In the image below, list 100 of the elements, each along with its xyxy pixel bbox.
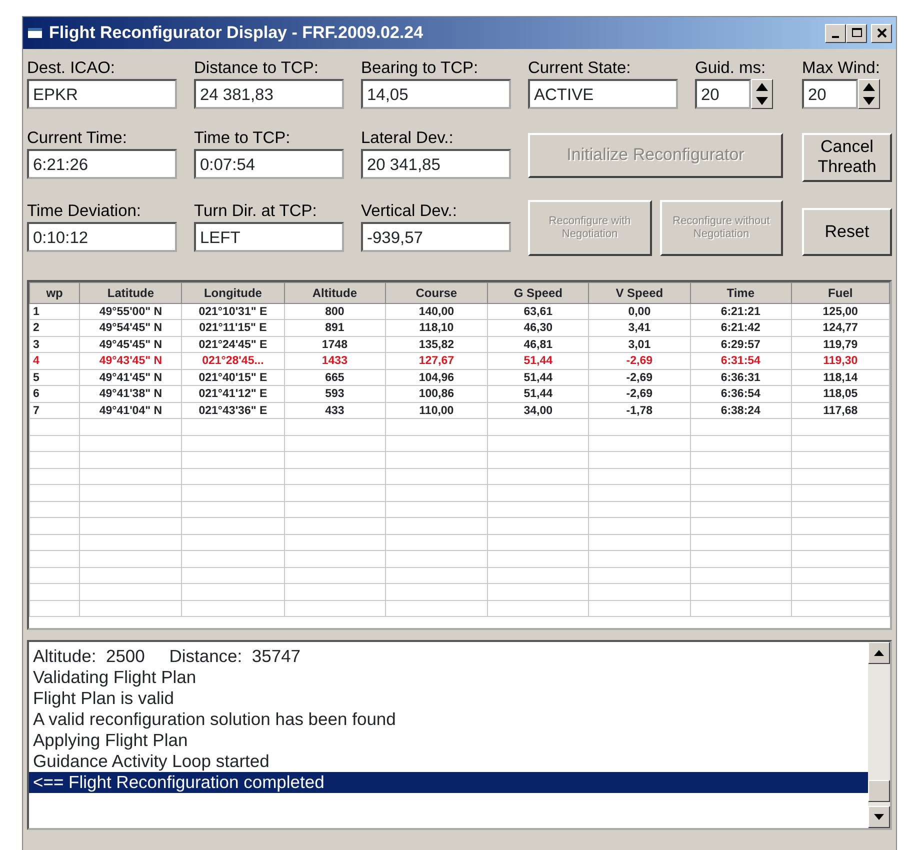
log-line[interactable]: Guidance Activity Loop started bbox=[29, 750, 868, 772]
log-line[interactable]: Altitude: 2500 Distance: 35747 bbox=[29, 646, 868, 667]
table-cell: 49°43'45" N bbox=[80, 352, 182, 370]
table-cell: 49°55'00" N bbox=[80, 303, 182, 320]
table-cell: 021°10'31" E bbox=[182, 303, 284, 320]
table-cell: 3 bbox=[30, 336, 80, 353]
close-button[interactable] bbox=[871, 24, 892, 42]
table-cell: -1,78 bbox=[588, 402, 690, 419]
app-icon bbox=[27, 26, 45, 40]
field-label: Dest. ICAO: bbox=[27, 58, 116, 79]
field-label: Current Time: bbox=[27, 128, 128, 149]
table-cell: 49°41'04" N bbox=[80, 402, 182, 419]
field-label: Turn Dir. at TCP: bbox=[194, 200, 318, 222]
spin-field[interactable]: 20 bbox=[695, 79, 751, 109]
table-cell: -2,69 bbox=[588, 386, 690, 402]
column-header[interactable]: Longitude bbox=[182, 282, 284, 304]
table-cell: 49°45'45" N bbox=[80, 336, 182, 353]
column-header[interactable]: Latitude bbox=[80, 282, 182, 304]
table-cell: 6:21:21 bbox=[690, 303, 792, 320]
table-cell: 119,30 bbox=[791, 352, 890, 370]
scroll-thumb[interactable] bbox=[868, 780, 890, 802]
table-cell: 135,82 bbox=[385, 336, 488, 353]
text-field[interactable]: 0:07:54 bbox=[194, 149, 344, 179]
table-cell: 46,81 bbox=[488, 336, 589, 353]
table-cell: 6:36:31 bbox=[690, 369, 792, 386]
table-cell: 119,79 bbox=[791, 336, 890, 353]
log-line[interactable]: Flight Plan is valid bbox=[29, 688, 868, 709]
table-cell: 46,30 bbox=[488, 320, 589, 336]
field-label: Time to TCP: bbox=[194, 128, 292, 149]
table-cell: 021°40'15" E bbox=[182, 369, 284, 386]
table-cell: 0,00 bbox=[588, 303, 690, 320]
table-cell: 125,00 bbox=[791, 303, 890, 320]
table-cell: 127,67 bbox=[385, 352, 488, 370]
table-cell: 3,01 bbox=[588, 336, 690, 353]
table-cell: 021°24'45" E bbox=[182, 336, 284, 353]
table-cell: 1 bbox=[30, 303, 80, 320]
table-cell: 021°43'36" E bbox=[182, 402, 284, 419]
table-cell: 118,10 bbox=[385, 320, 488, 336]
log-line[interactable]: Applying Flight Plan bbox=[29, 730, 868, 751]
text-field[interactable]: 6:21:26 bbox=[27, 149, 177, 179]
table-cell: 1433 bbox=[284, 352, 386, 370]
text-field[interactable]: ACTIVE bbox=[528, 79, 678, 109]
table-cell: 7 bbox=[30, 402, 80, 419]
maximize-icon bbox=[852, 28, 862, 38]
scrollbar[interactable] bbox=[868, 642, 890, 828]
text-field[interactable]: 24 381,83 bbox=[194, 79, 344, 109]
column-header[interactable]: wp bbox=[30, 282, 80, 304]
table-cell: 3,41 bbox=[588, 320, 690, 336]
button[interactable]: Cancel Threath bbox=[802, 133, 892, 182]
table-cell: 49°41'45" N bbox=[80, 369, 182, 386]
table-cell: 2 bbox=[30, 320, 80, 336]
column-header[interactable]: Fuel bbox=[791, 282, 890, 304]
text-field[interactable]: 20 341,85 bbox=[361, 149, 511, 179]
window-title: Flight Reconfigurator Display - FRF.2009.02.24 bbox=[49, 22, 424, 44]
column-header[interactable]: G Speed bbox=[488, 282, 589, 304]
table-cell: 49°41'38" N bbox=[80, 386, 182, 402]
table-cell: 6:31:54 bbox=[690, 352, 792, 370]
close-icon bbox=[876, 28, 886, 38]
spin-arrows-icon[interactable] bbox=[751, 79, 773, 109]
button[interactable]: Reset bbox=[802, 208, 892, 256]
table-cell: 6 bbox=[30, 386, 80, 402]
field-label: Current State: bbox=[528, 58, 632, 79]
table-cell: 6:38:24 bbox=[690, 402, 792, 419]
text-field[interactable]: LEFT bbox=[194, 222, 344, 252]
table-cell: 6:36:54 bbox=[690, 386, 792, 402]
text-field[interactable]: EPKR bbox=[27, 79, 177, 109]
column-header[interactable]: V Speed bbox=[588, 282, 690, 304]
table-cell: 5 bbox=[30, 369, 80, 386]
field-label: Time Deviation: bbox=[27, 200, 142, 222]
table-cell: 118,05 bbox=[791, 386, 890, 402]
table-cell: 6:29:57 bbox=[690, 336, 792, 353]
text-field[interactable]: 0:10:12 bbox=[27, 222, 177, 252]
log-line[interactable]: Validating Flight Plan bbox=[29, 666, 868, 688]
table-cell: 118,14 bbox=[791, 369, 890, 386]
spin-field[interactable]: 20 bbox=[802, 79, 858, 109]
table-cell: -2,69 bbox=[588, 352, 690, 370]
minimize-icon bbox=[832, 36, 839, 38]
table-cell: 51,44 bbox=[488, 386, 589, 402]
field-label: Vertical Dev.: bbox=[361, 200, 458, 222]
field-label: Bearing to TCP: bbox=[361, 58, 480, 79]
table-cell: 665 bbox=[284, 369, 386, 386]
table-cell: 4 bbox=[30, 352, 80, 370]
log-line[interactable]: A valid reconfiguration solution has been found bbox=[29, 708, 868, 730]
table-cell: 1748 bbox=[284, 336, 386, 353]
field-label: Guid. ms: bbox=[695, 58, 767, 79]
scroll-up-icon[interactable] bbox=[868, 642, 890, 664]
scroll-down-icon[interactable] bbox=[868, 806, 890, 828]
table-cell: 110,00 bbox=[385, 402, 488, 419]
text-field[interactable]: 14,05 bbox=[361, 79, 511, 109]
table-cell: 51,44 bbox=[488, 352, 589, 370]
minimize-button[interactable] bbox=[825, 24, 846, 42]
column-header[interactable]: Course bbox=[385, 282, 488, 304]
column-header[interactable]: Time bbox=[690, 282, 792, 304]
table-cell: 6:21:42 bbox=[690, 320, 792, 336]
table-cell: 63,61 bbox=[488, 303, 589, 320]
column-header[interactable]: Altitude bbox=[284, 282, 386, 304]
text-field[interactable]: -939,57 bbox=[361, 222, 511, 252]
table-cell: 100,86 bbox=[385, 386, 488, 402]
spin-arrows-icon[interactable] bbox=[858, 79, 880, 109]
maximize-button[interactable] bbox=[846, 24, 867, 42]
